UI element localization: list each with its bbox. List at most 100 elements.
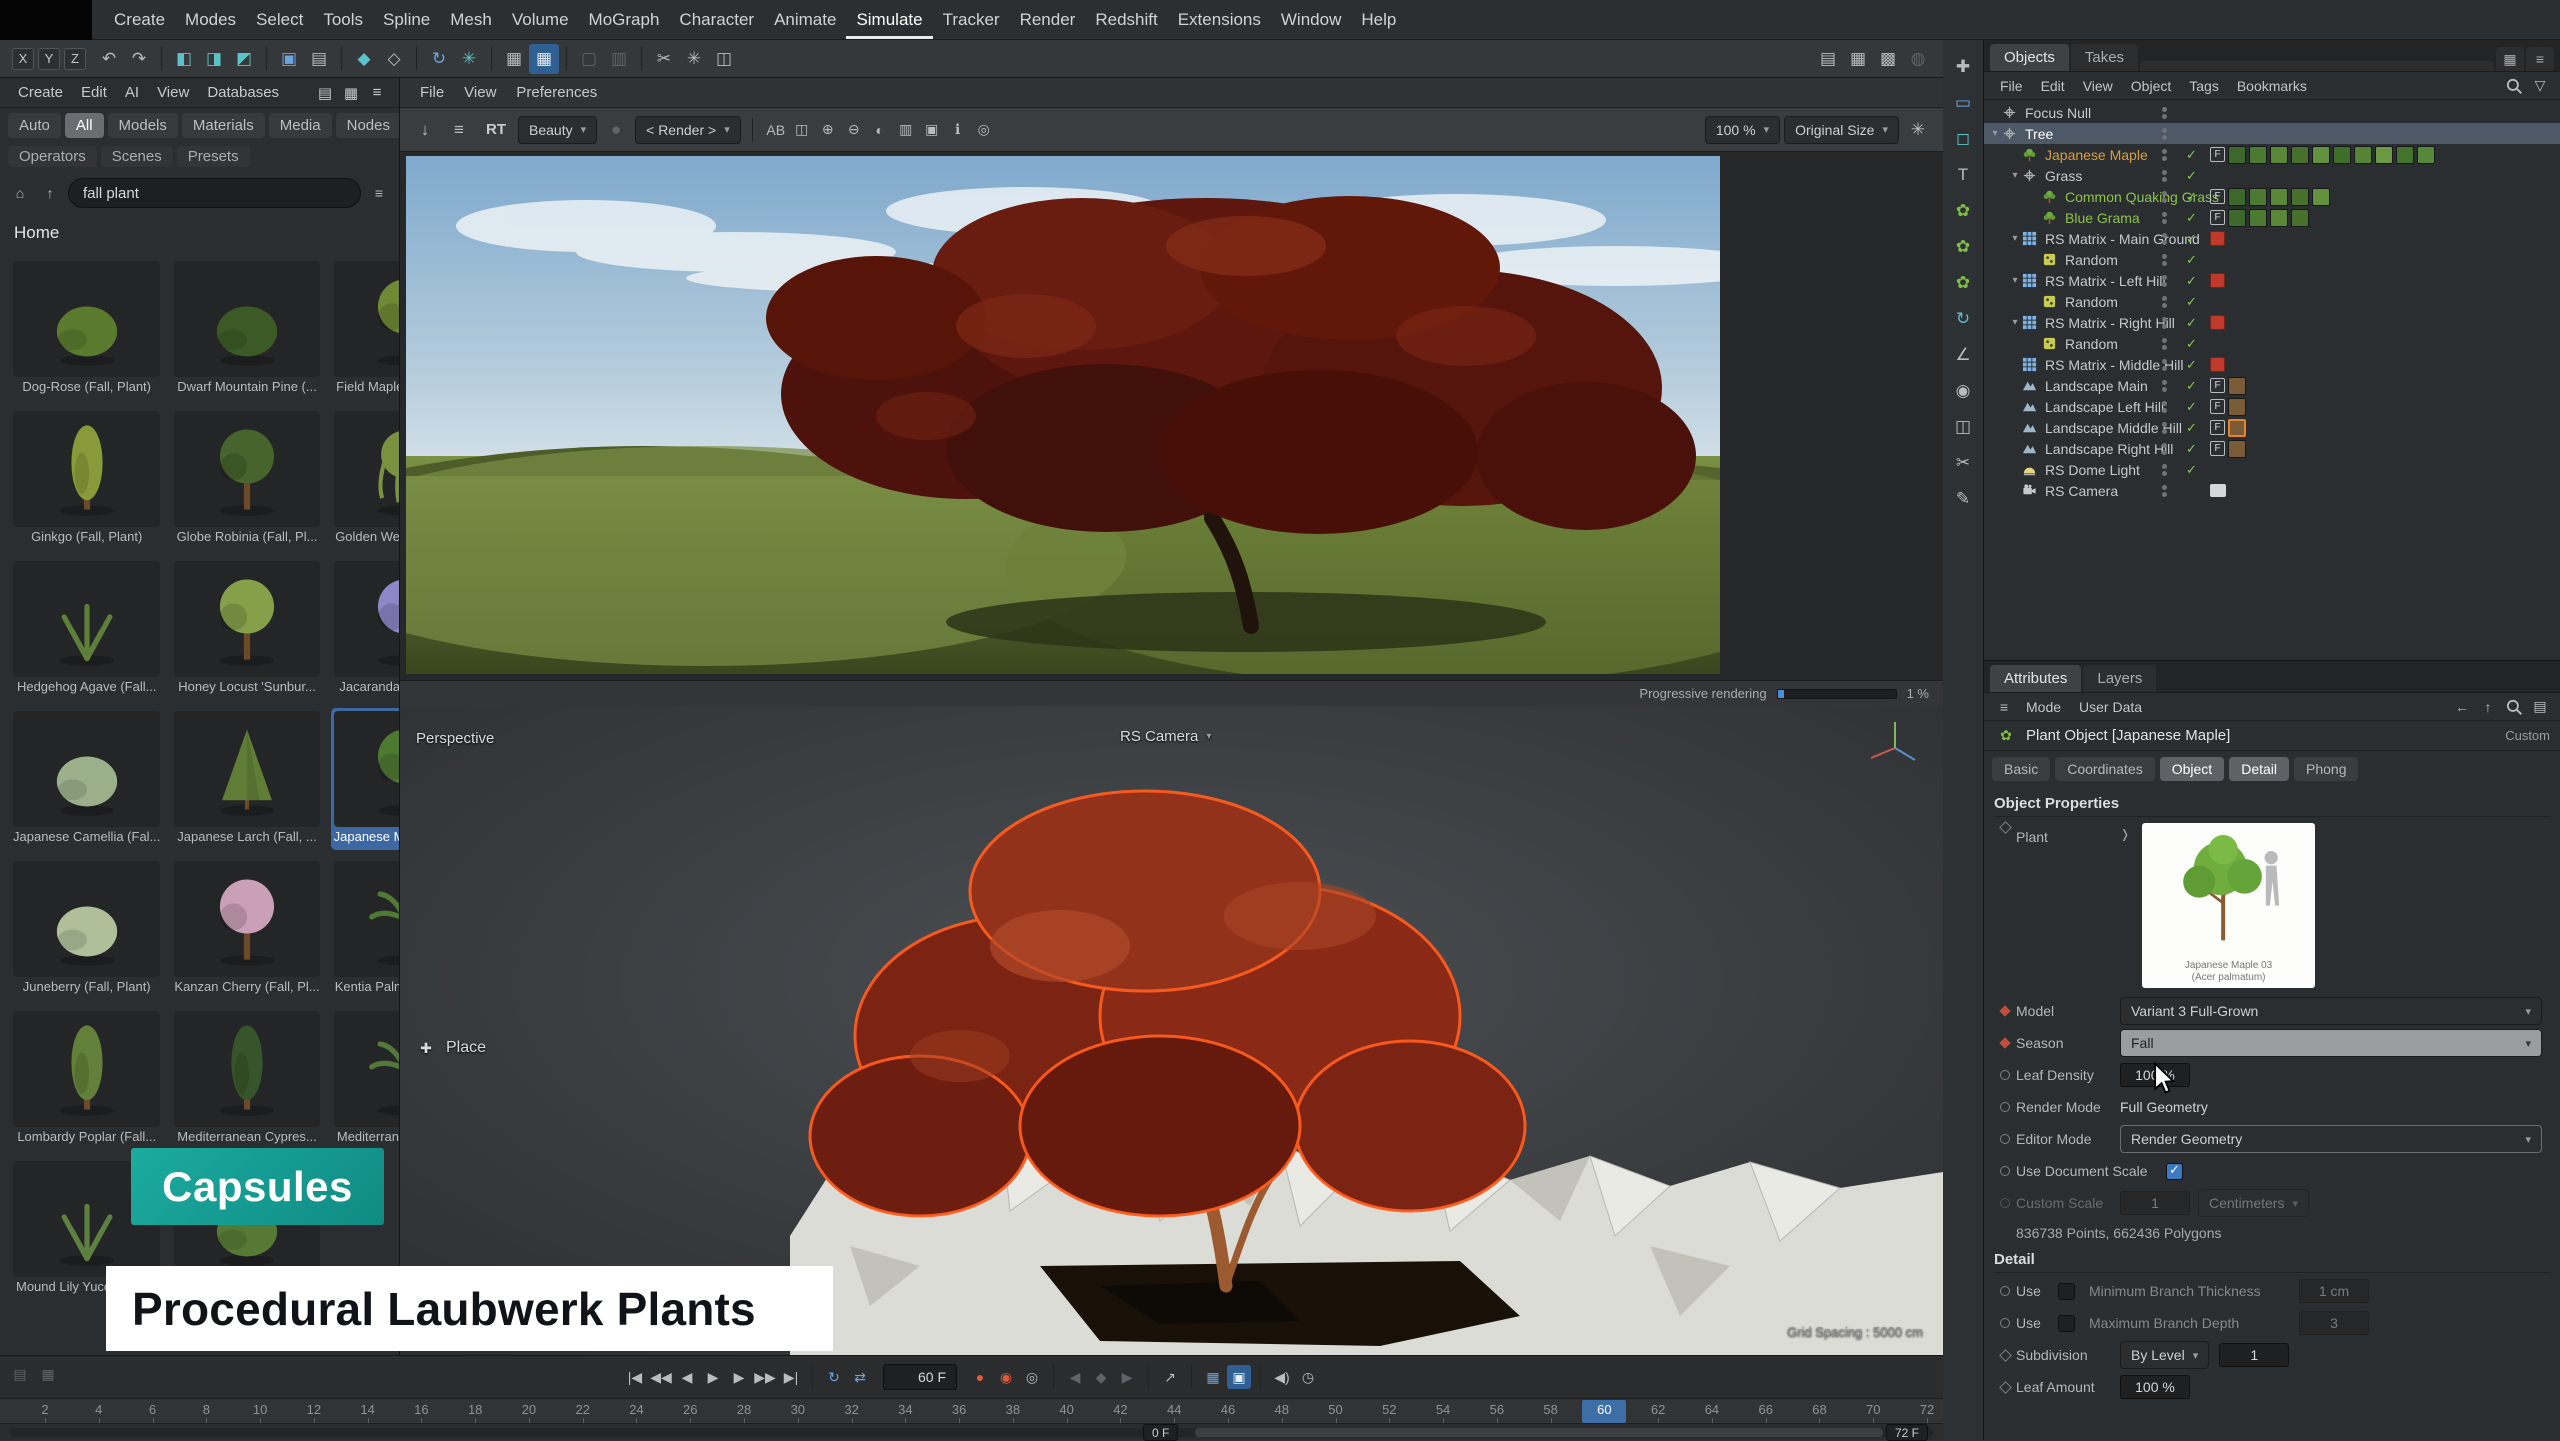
- zoom-out-icon[interactable]: ⊖: [842, 118, 866, 142]
- mirror-tool-icon[interactable]: ◫: [1948, 412, 1978, 442]
- texture-tag[interactable]: [2228, 419, 2246, 437]
- range-end-field[interactable]: 72 F: [1886, 1424, 1928, 1441]
- play-icon[interactable]: ▶: [701, 1365, 725, 1389]
- filter-tab-all[interactable]: All: [65, 113, 104, 138]
- plant-tool-b-icon[interactable]: ✿: [1948, 232, 1978, 262]
- render-view-menu-file[interactable]: File: [410, 80, 454, 105]
- visibility-dots[interactable]: [2162, 212, 2167, 224]
- mirror-icon[interactable]: ◫: [709, 44, 739, 74]
- layout-b-icon[interactable]: ▦: [1843, 44, 1873, 74]
- bookmark-icon[interactable]: ≡: [367, 181, 391, 205]
- visibility-dots[interactable]: [2162, 338, 2167, 350]
- anim-marker[interactable]: [1994, 1351, 2016, 1360]
- object-row[interactable]: ▾Tree: [1984, 123, 2560, 144]
- filter-tab-auto[interactable]: Auto: [8, 113, 61, 138]
- texture-tag[interactable]: [2354, 146, 2372, 164]
- menu-modes[interactable]: Modes: [175, 1, 246, 39]
- asset-item[interactable]: Field Maple (Fall, Plant): [331, 258, 399, 400]
- asset-item[interactable]: Kentia Palm (Fall, Plant): [331, 858, 399, 1000]
- render-mode-value[interactable]: Full Geometry: [2120, 1099, 2208, 1115]
- range-start-field[interactable]: 0 F: [1143, 1424, 1178, 1441]
- enabled-check-icon[interactable]: ✓: [2186, 147, 2197, 163]
- min-branch-use-checkbox[interactable]: [2058, 1283, 2075, 1300]
- visibility-dots[interactable]: [2162, 170, 2167, 182]
- undo-icon[interactable]: ↶: [94, 44, 124, 74]
- visibility-dots[interactable]: [2162, 443, 2167, 455]
- visibility-dots[interactable]: [2162, 254, 2167, 266]
- object-row[interactable]: Landscape Right Hill✓F: [1984, 438, 2560, 459]
- tab-takes[interactable]: Takes: [2071, 44, 2138, 71]
- filter-tab-materials[interactable]: Materials: [182, 113, 265, 138]
- burger-icon[interactable]: ≡: [365, 81, 389, 105]
- prev-frame-icon[interactable]: ◀: [675, 1365, 699, 1389]
- asset-item[interactable]: Globe Robinia (Fall, Pl...: [171, 408, 322, 550]
- key-prev-icon[interactable]: ◀: [1063, 1365, 1087, 1389]
- render-view-icon[interactable]: ◧: [169, 44, 199, 74]
- visibility-dots[interactable]: [2162, 275, 2167, 287]
- anim-marker[interactable]: [1994, 1102, 2016, 1112]
- enabled-check-icon[interactable]: ✓: [2186, 294, 2197, 310]
- custom-scale-field[interactable]: 1: [2120, 1191, 2190, 1215]
- om-menu-view[interactable]: View: [2075, 75, 2121, 97]
- grid-snap-icon[interactable]: ▦: [529, 44, 559, 74]
- texture-tag[interactable]: [2249, 188, 2267, 206]
- plant-thumbnail[interactable]: Japanese Maple 03 (Acer palmatum): [2142, 823, 2315, 988]
- burger-icon[interactable]: ≡: [2526, 47, 2554, 71]
- camera-tag[interactable]: [2210, 484, 2226, 497]
- zoom-in-icon[interactable]: ⊕: [816, 118, 840, 142]
- model-dropdown[interactable]: Variant 3 Full-Grown▾: [2120, 997, 2542, 1025]
- menu-volume[interactable]: Volume: [502, 1, 579, 39]
- expander-icon[interactable]: ▾: [2008, 317, 2022, 328]
- filter-tab-media[interactable]: Media: [269, 113, 332, 138]
- leaf-amount-field[interactable]: 100 %: [2120, 1375, 2190, 1399]
- min-branch-field[interactable]: 1 cm: [2299, 1279, 2369, 1303]
- texture-tag[interactable]: [2228, 188, 2246, 206]
- object-row[interactable]: Random✓: [1984, 291, 2560, 312]
- filter-icon[interactable]: ▽: [2528, 74, 2552, 98]
- visibility-dots[interactable]: [2162, 401, 2167, 413]
- menu-redshift[interactable]: Redshift: [1085, 1, 1167, 39]
- asset-menu-databases[interactable]: Databases: [199, 80, 287, 105]
- place-tool-hud[interactable]: ✚Place: [414, 1036, 486, 1060]
- current-frame-field[interactable]: 60 F: [883, 1364, 957, 1390]
- gear-icon[interactable]: ✳: [679, 44, 709, 74]
- texture-tag[interactable]: [2312, 188, 2330, 206]
- object-row[interactable]: Blue Grama✓F: [1984, 207, 2560, 228]
- enabled-check-icon[interactable]: ✓: [2186, 315, 2197, 331]
- category-tab-presets[interactable]: Presets: [177, 146, 250, 167]
- record-icon[interactable]: ●: [968, 1365, 992, 1389]
- visibility-dots[interactable]: [2162, 317, 2167, 329]
- asset-item[interactable]: Juneberry (Fall, Plant): [10, 858, 163, 1000]
- measure-a-icon[interactable]: ▢: [574, 44, 604, 74]
- anim-marker[interactable]: [1994, 1070, 2016, 1080]
- field-tag[interactable]: F: [2210, 399, 2225, 414]
- search-icon[interactable]: [2502, 74, 2526, 98]
- grid-icon[interactable]: ▦: [499, 44, 529, 74]
- menu-render[interactable]: Render: [1010, 1, 1086, 39]
- expand-icon[interactable]: ↗: [1158, 1365, 1182, 1389]
- category-tab-operators[interactable]: Operators: [8, 146, 97, 167]
- field-tag[interactable]: F: [2210, 441, 2225, 456]
- object-row[interactable]: RS Dome Light✓: [1984, 459, 2560, 480]
- keyframe-marker[interactable]: [1994, 1039, 2016, 1047]
- subdivision-field[interactable]: 1: [2219, 1343, 2289, 1367]
- anim-marker[interactable]: [1994, 1134, 2016, 1144]
- search-icon[interactable]: [2502, 695, 2526, 719]
- views-icon[interactable]: ▤: [313, 81, 337, 105]
- key-next-icon[interactable]: ▶: [1115, 1365, 1139, 1389]
- season-dropdown[interactable]: Fall▾: [2120, 1029, 2542, 1057]
- menu-character[interactable]: Character: [669, 1, 764, 39]
- snapshot-icon[interactable]: ◎: [972, 118, 996, 142]
- clock-icon[interactable]: ◷: [1296, 1365, 1320, 1389]
- rotate-tool-icon[interactable]: ↻: [1948, 304, 1978, 334]
- om-menu-tags[interactable]: Tags: [2181, 75, 2227, 97]
- menu-tools[interactable]: Tools: [313, 1, 373, 39]
- asset-item[interactable]: Honey Locust 'Sunbur...: [171, 558, 322, 700]
- asset-item[interactable]: Mediterranean Cypres...: [171, 1008, 322, 1150]
- max-branch-field[interactable]: 3: [2299, 1311, 2369, 1335]
- object-row[interactable]: Landscape Main✓F: [1984, 375, 2560, 396]
- keyframe-marker[interactable]: [1994, 1007, 2016, 1015]
- asset-menu-create[interactable]: Create: [10, 80, 71, 105]
- material-sphere-icon[interactable]: ●: [601, 115, 631, 145]
- object-row[interactable]: Landscape Left Hill✓F: [1984, 396, 2560, 417]
